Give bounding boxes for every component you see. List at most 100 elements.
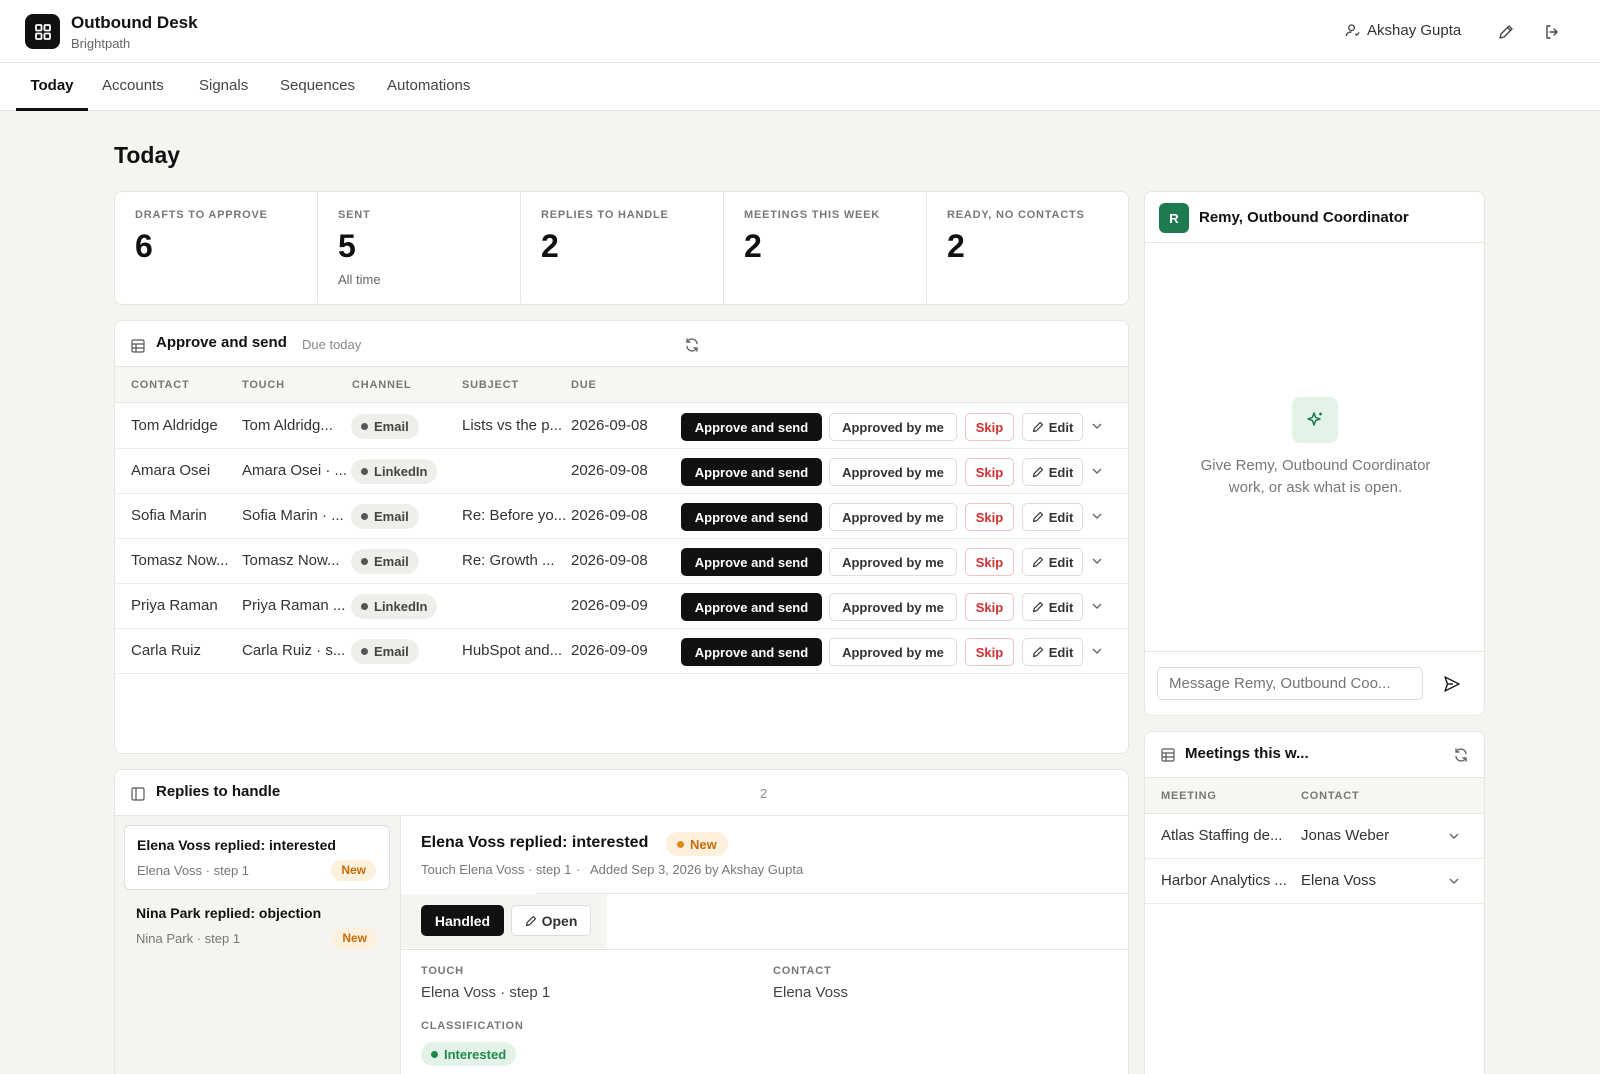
- handled-button[interactable]: Handled: [421, 905, 504, 936]
- stat-replies[interactable]: REPLIES TO HANDLE 2: [521, 192, 724, 303]
- meetings-table-header: MEETING CONTACT: [1145, 777, 1484, 814]
- edit-button[interactable]: Edit: [1022, 638, 1083, 666]
- detail-spacer: [536, 894, 1128, 948]
- sparkle-icon: [1292, 397, 1338, 443]
- channel-dot: [361, 513, 368, 520]
- approved-by-me-button[interactable]: Approved by me: [829, 548, 957, 576]
- chevron-down-icon[interactable]: [1090, 419, 1104, 433]
- edit-label: Edit: [1048, 419, 1074, 435]
- approved-by-me-button[interactable]: Approved by me: [829, 458, 957, 486]
- skip-button[interactable]: Skip: [965, 413, 1014, 441]
- meeting-row[interactable]: Atlas Staffing de... Jonas Weber: [1145, 814, 1484, 859]
- edit-button[interactable]: Edit: [1022, 503, 1083, 531]
- chevron-down-icon[interactable]: [1090, 509, 1104, 523]
- chevron-down-icon[interactable]: [1447, 829, 1461, 843]
- meeting-contact: Jonas Weber: [1301, 827, 1390, 844]
- approved-by-me-button[interactable]: Approved by me: [829, 503, 957, 531]
- channel-label: LinkedIn: [374, 599, 428, 614]
- detail-new-badge: New: [666, 832, 728, 856]
- channel-label: Email: [374, 509, 409, 524]
- assistant-avatar: R: [1159, 203, 1189, 233]
- new-badge: New: [331, 860, 376, 881]
- app-logo-icon[interactable]: [25, 14, 60, 49]
- replies-count: 2: [760, 786, 768, 801]
- channel-label: Email: [374, 644, 409, 659]
- stat-meetings[interactable]: MEETINGS THIS WEEK 2: [724, 192, 927, 303]
- pencil-icon[interactable]: [1496, 22, 1516, 42]
- approve-row[interactable]: Sofia Marin Sofia Marin · ... Email Re: Bef…: [115, 494, 1128, 539]
- user-menu[interactable]: Akshay Gupta: [1345, 22, 1461, 39]
- tab-accounts[interactable]: Accounts: [102, 63, 164, 111]
- approve-send-button[interactable]: Approve and send: [681, 458, 822, 486]
- stat-sent[interactable]: SENT 5 All time: [318, 192, 521, 303]
- chevron-down-icon[interactable]: [1090, 644, 1104, 658]
- stat-label: DRAFTS TO APPROVE: [135, 209, 268, 221]
- table-icon: [131, 339, 145, 353]
- reply-item[interactable]: Elena Voss replied: interested Elena Vos…: [124, 825, 390, 890]
- chevron-down-icon[interactable]: [1090, 599, 1104, 613]
- subject-cell: Lists vs the p...: [462, 417, 563, 434]
- approve-row[interactable]: Tomasz Now... Tomasz Now... Email Re: Growt…: [115, 539, 1128, 584]
- approve-row[interactable]: Tom Aldridge Tom Aldridg... Email Lists vs …: [115, 404, 1128, 449]
- assistant-empty-line1: Give Remy, Outbound Coordinator: [1200, 457, 1431, 474]
- approve-row[interactable]: Amara Osei Amara Osei · ... LinkedIn 2026-0…: [115, 449, 1128, 494]
- due-cell: 2026-09-08: [571, 552, 648, 569]
- contact-cell: Tom Aldridge: [131, 417, 218, 434]
- pencil-icon: [1032, 556, 1043, 568]
- stat-ready[interactable]: READY, NO CONTACTS 2: [927, 192, 1128, 303]
- approve-send-button[interactable]: Approve and send: [681, 638, 822, 666]
- approve-row[interactable]: Carla Ruiz Carla Ruiz · s... Email HubSpot …: [115, 629, 1128, 674]
- contact-cell: Amara Osei: [131, 462, 211, 479]
- skip-button[interactable]: Skip: [965, 503, 1014, 531]
- channel-label: Email: [374, 554, 409, 569]
- due-cell: 2026-09-09: [571, 597, 648, 614]
- tab-signals[interactable]: Signals: [199, 63, 248, 111]
- col-contact: CONTACT: [131, 379, 190, 391]
- skip-button[interactable]: Skip: [965, 458, 1014, 486]
- assistant-input-divider: [1145, 651, 1484, 652]
- approved-by-me-button[interactable]: Approved by me: [829, 638, 957, 666]
- approve-row[interactable]: Priya Raman Priya Raman ... LinkedIn 2026-0…: [115, 584, 1128, 629]
- send-icon[interactable]: [1443, 675, 1461, 693]
- edit-button[interactable]: Edit: [1022, 458, 1083, 486]
- chevron-down-icon[interactable]: [1090, 464, 1104, 478]
- chevron-down-icon[interactable]: [1090, 554, 1104, 568]
- contact-value: Elena Voss: [773, 984, 849, 1001]
- reply-title: Nina Park replied: objection: [136, 905, 322, 921]
- approve-send-button[interactable]: Approve and send: [681, 548, 822, 576]
- approve-send-button[interactable]: Approve and send: [681, 593, 822, 621]
- replies-card: Replies to handle 2 Elena Voss replied: …: [114, 769, 1129, 1074]
- reply-item[interactable]: Nina Park replied: objection Nina Park ·…: [124, 894, 390, 959]
- meeting-row[interactable]: Harbor Analytics ... Elena Voss: [1145, 859, 1484, 904]
- approved-by-me-button[interactable]: Approved by me: [829, 413, 957, 441]
- channel-dot: [361, 603, 368, 610]
- skip-button[interactable]: Skip: [965, 548, 1014, 576]
- skip-button[interactable]: Skip: [965, 638, 1014, 666]
- message-input[interactable]: [1157, 667, 1423, 700]
- touch-cell: Carla Ruiz · s...: [242, 642, 346, 659]
- tab-automations[interactable]: Automations: [387, 63, 470, 111]
- touch-cell: Amara Osei · ...: [242, 462, 348, 479]
- edit-button[interactable]: Edit: [1022, 413, 1083, 441]
- open-button[interactable]: Open: [511, 905, 591, 936]
- detail-meta-added: Added Sep 3, 2026 by Akshay Gupta: [590, 862, 804, 877]
- page-title: Today: [114, 142, 181, 168]
- tab-today[interactable]: Today: [16, 63, 88, 111]
- subject-cell: HubSpot and...: [462, 642, 563, 659]
- stats-card: DRAFTS TO APPROVE 6 SENT 5 All time REPL…: [114, 191, 1129, 305]
- approve-send-button[interactable]: Approve and send: [681, 413, 822, 441]
- chevron-down-icon[interactable]: [1447, 874, 1461, 888]
- user-name: Akshay Gupta: [1367, 22, 1462, 39]
- approve-send-button[interactable]: Approve and send: [681, 503, 822, 531]
- approved-by-me-button[interactable]: Approved by me: [829, 593, 957, 621]
- skip-button[interactable]: Skip: [965, 593, 1014, 621]
- logout-icon[interactable]: [1542, 22, 1562, 42]
- stat-drafts[interactable]: DRAFTS TO APPROVE 6: [115, 192, 318, 303]
- edit-button[interactable]: Edit: [1022, 548, 1083, 576]
- refresh-icon[interactable]: [1453, 747, 1469, 763]
- edit-label: Edit: [1048, 554, 1074, 570]
- touch-value: Elena Voss · step 1: [421, 984, 551, 1001]
- edit-button[interactable]: Edit: [1022, 593, 1083, 621]
- refresh-icon[interactable]: [684, 337, 700, 353]
- tab-sequences[interactable]: Sequences: [280, 63, 355, 111]
